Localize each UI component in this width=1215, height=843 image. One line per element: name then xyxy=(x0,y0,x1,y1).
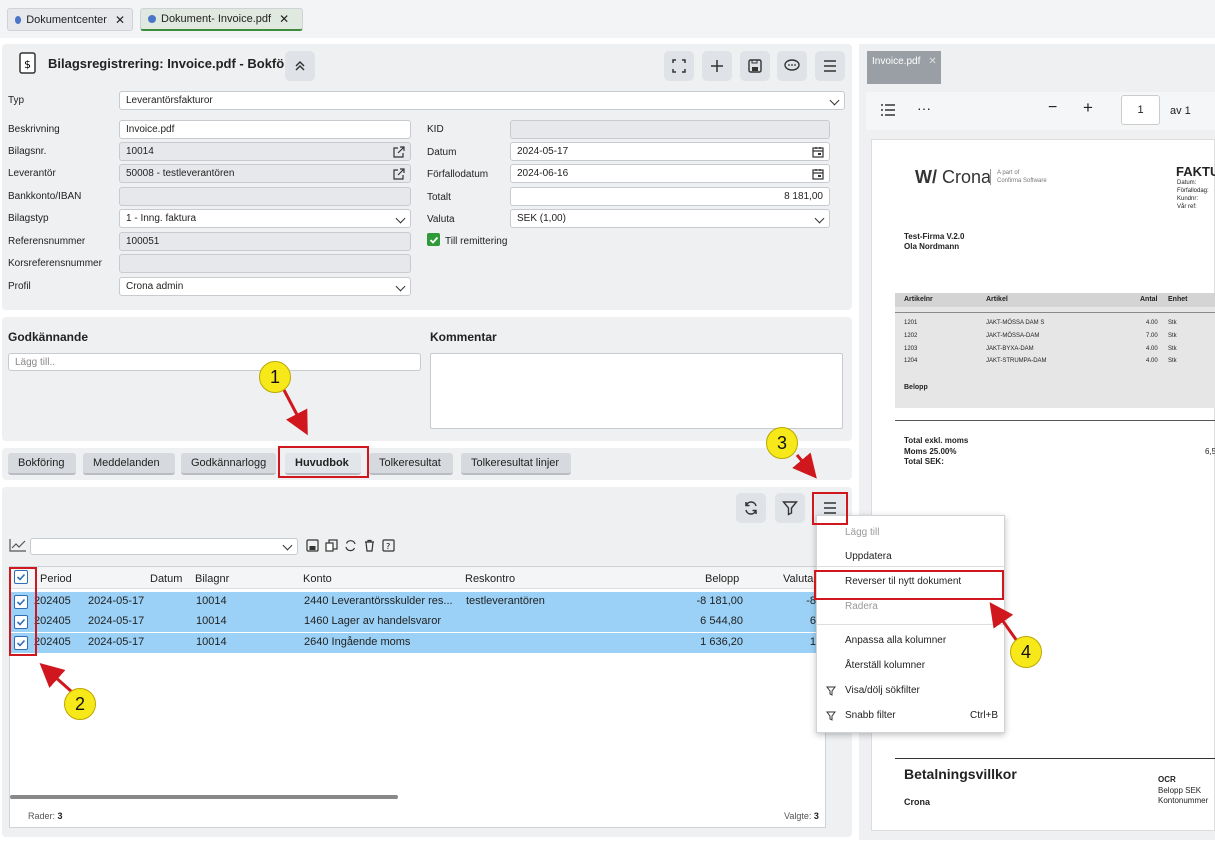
annotation-arrows xyxy=(39,389,1019,694)
step-badge-1: 1 xyxy=(259,361,291,393)
step-badge-4: 4 xyxy=(1010,636,1042,668)
step-badge-3: 3 xyxy=(766,427,798,459)
step-badge-2: 2 xyxy=(64,688,96,720)
